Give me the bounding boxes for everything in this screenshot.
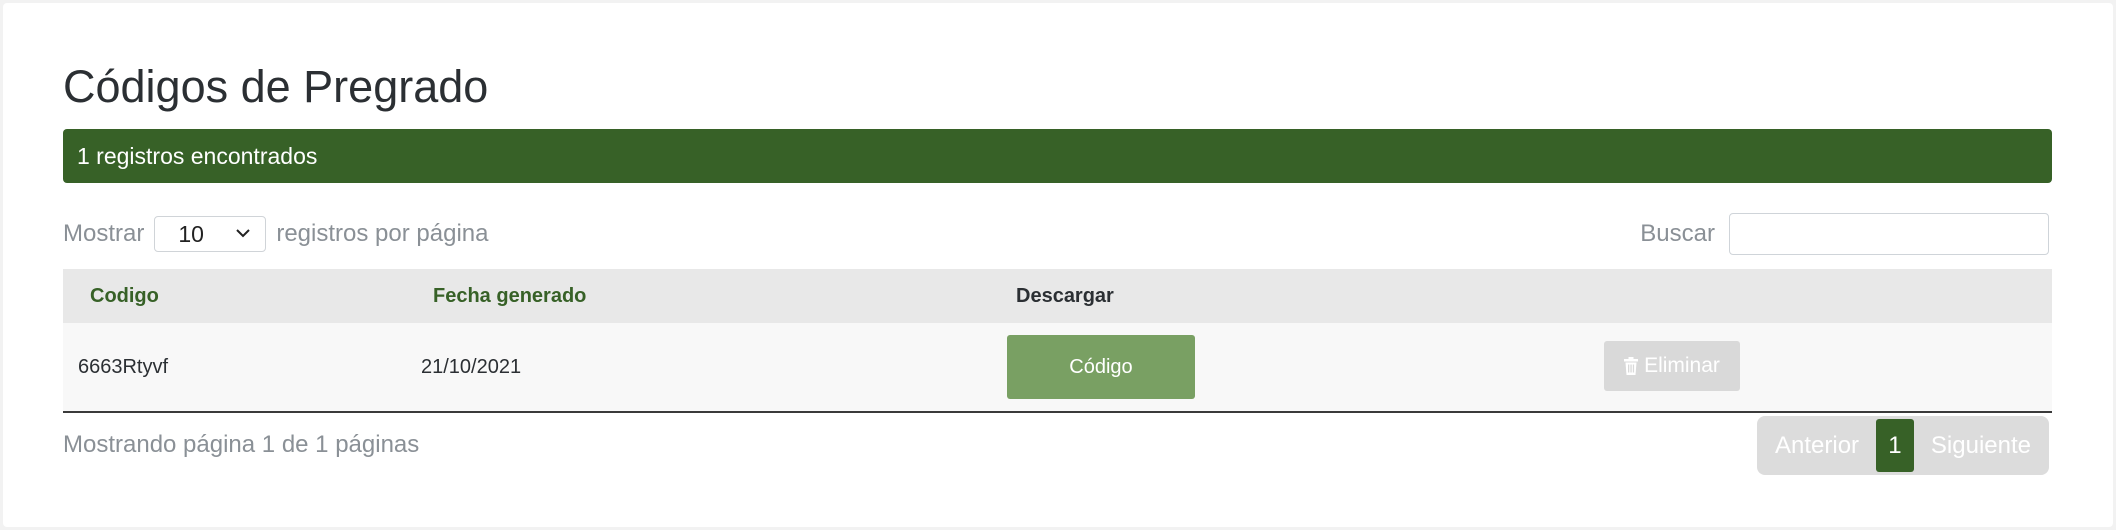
page-size-select[interactable]: 10 xyxy=(154,216,267,252)
trash-icon xyxy=(1624,357,1639,375)
previous-page-button[interactable]: Anterior xyxy=(1775,432,1859,460)
pagination: Anterior 1 Siguiente xyxy=(1757,416,2049,475)
page-button-current[interactable]: 1 xyxy=(1875,419,1914,472)
search-control: Buscar xyxy=(1640,213,2049,255)
cell-codigo: 6663Rtyvf xyxy=(78,356,169,378)
page-size-value: 10 xyxy=(178,220,204,247)
page-title: Códigos de Pregrado xyxy=(63,61,489,112)
next-page-button[interactable]: Siguiente xyxy=(1931,432,2031,460)
content-card: Códigos de Pregrado 1 registros encontra… xyxy=(3,3,2113,527)
cell-fecha: 21/10/2021 xyxy=(421,356,522,378)
pagination-info: Mostrando página 1 de 1 páginas xyxy=(63,431,420,458)
table-header: Codigo Fecha generado Descargar xyxy=(63,269,2052,323)
column-header-descargar: Descargar xyxy=(1016,285,1114,307)
delete-button[interactable]: Eliminar xyxy=(1604,341,1740,391)
page-length-control: Mostrar 10 registros por página xyxy=(63,215,488,253)
show-label: Mostrar xyxy=(63,220,145,247)
records-found-banner: 1 registros encontrados xyxy=(63,129,2052,183)
per-page-label: registros por página xyxy=(276,220,489,247)
table-row: 6663Rtyvf 21/10/2021 Código Eliminar xyxy=(63,323,2052,413)
download-code-button[interactable]: Código xyxy=(1007,335,1195,399)
delete-label: Eliminar xyxy=(1644,354,1720,377)
search-input[interactable] xyxy=(1729,213,2049,255)
chevron-down-icon xyxy=(235,224,251,247)
column-header-fecha[interactable]: Fecha generado xyxy=(433,269,586,323)
search-label: Buscar xyxy=(1640,220,1715,247)
codes-table: Codigo Fecha generado Descargar 6663Rtyv… xyxy=(63,269,2052,413)
column-header-codigo[interactable]: Codigo xyxy=(90,269,159,323)
